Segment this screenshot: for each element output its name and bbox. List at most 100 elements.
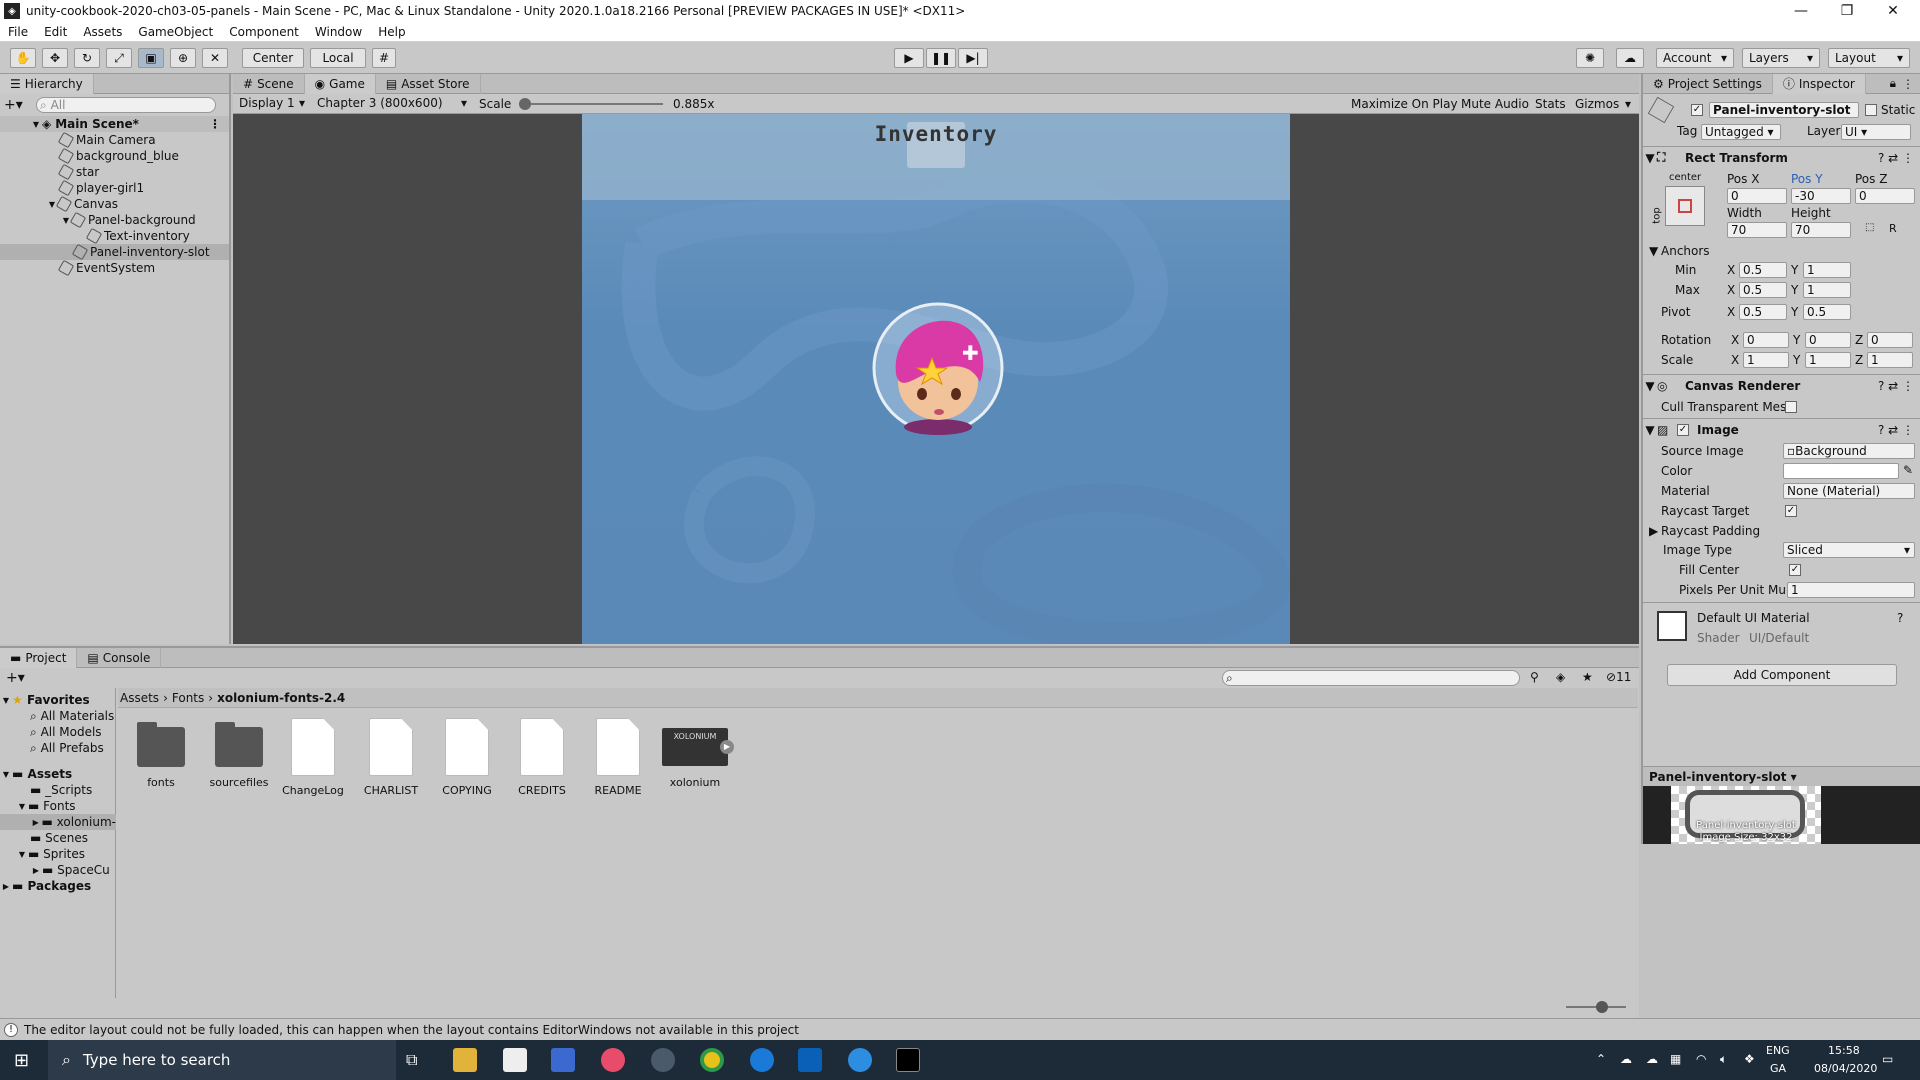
windows-start-icon[interactable]: ⊞: [14, 1050, 29, 1071]
tab-asset-store[interactable]: ▤ Asset Store: [376, 73, 481, 94]
asset-item[interactable]: ChangeLog: [278, 718, 348, 797]
expand-arrow-icon[interactable]: ▼: [1643, 423, 1657, 437]
minimize-button[interactable]: —: [1778, 0, 1824, 22]
material-field[interactable]: None (Material): [1783, 483, 1915, 499]
project-search-input[interactable]: ⌕: [1222, 670, 1520, 686]
static-checkbox[interactable]: [1865, 104, 1877, 116]
language-primary[interactable]: ENG: [1766, 1044, 1790, 1057]
expand-arrow-icon[interactable]: ▶: [30, 818, 42, 827]
hierarchy-item-canvas[interactable]: ▼ Canvas: [0, 195, 229, 213]
add-icon[interactable]: +▾: [6, 670, 25, 686]
tree-item-spacecu[interactable]: ▶ ▬ SpaceCu: [0, 862, 116, 878]
image-enabled-checkbox[interactable]: ✓: [1677, 423, 1689, 436]
scale-y-field[interactable]: 1: [1805, 352, 1851, 368]
expand-arrow-icon[interactable]: ▼: [30, 120, 42, 129]
mute-audio-toggle[interactable]: Mute Audio: [1461, 97, 1529, 111]
tab-console[interactable]: ▤ Console: [77, 647, 162, 668]
play-button-icon[interactable]: ▶: [894, 48, 924, 68]
asset-item[interactable]: CREDITS: [507, 718, 577, 797]
asset-item[interactable]: sourcefiles: [204, 718, 274, 789]
tab-inspector[interactable]: ⓘ Inspector: [1772, 73, 1866, 94]
hierarchy-item-panel-background[interactable]: ▼ Panel-background: [0, 211, 229, 229]
cloud-icon[interactable]: ☁: [1646, 1052, 1658, 1066]
pivot-y-field[interactable]: 0.5: [1803, 304, 1851, 320]
filter-type-icon[interactable]: ⚲: [1530, 670, 1539, 684]
tab-project-settings[interactable]: ⚙ Project Settings: [1643, 73, 1773, 94]
image-type-dropdown[interactable]: Sliced ▾: [1783, 542, 1915, 558]
chevron-up-icon[interactable]: ⌃: [1596, 1052, 1606, 1066]
hierarchy-item-main-camera[interactable]: Main Camera: [0, 131, 229, 149]
filter-label-icon[interactable]: ◈: [1556, 670, 1565, 684]
asset-item[interactable]: CHARLIST: [356, 718, 426, 797]
menu-component[interactable]: Component: [221, 25, 307, 39]
help-icon[interactable]: ?: [1897, 611, 1903, 625]
scale-z-field[interactable]: 1: [1867, 352, 1913, 368]
safari-icon[interactable]: [848, 1048, 872, 1072]
rotation-x-field[interactable]: 0: [1743, 332, 1789, 348]
file-explorer-icon[interactable]: [453, 1048, 477, 1072]
add-component-button[interactable]: Add Component: [1667, 664, 1897, 686]
component-menu-icons[interactable]: ? ⇄ ⋮: [1878, 151, 1914, 165]
layout-dropdown[interactable]: Layout ▾: [1828, 48, 1910, 68]
edge-icon[interactable]: [750, 1048, 774, 1072]
rect-tool-icon[interactable]: ▣: [138, 48, 164, 68]
menu-help[interactable]: Help: [370, 25, 413, 39]
hierarchy-item-star[interactable]: star: [0, 163, 229, 181]
transform-tool-icon[interactable]: ⊕: [170, 48, 196, 68]
active-checkbox[interactable]: ✓: [1691, 104, 1703, 116]
chrome-icon[interactable]: [700, 1048, 724, 1072]
language-secondary[interactable]: GA: [1770, 1062, 1786, 1075]
pivot-center-toggle[interactable]: Center: [242, 48, 304, 68]
move-tool-icon[interactable]: ✥: [42, 48, 68, 68]
expand-arrow-icon[interactable]: ▶: [30, 866, 42, 875]
wifi-icon[interactable]: ◠: [1696, 1052, 1706, 1066]
add-icon[interactable]: +▾: [4, 97, 26, 113]
icon-size-slider[interactable]: [1566, 1001, 1626, 1013]
tag-dropdown[interactable]: Untagged ▾: [1701, 124, 1781, 140]
slack-icon[interactable]: [601, 1048, 625, 1072]
tree-item-scripts[interactable]: ▬ _Scripts: [0, 782, 116, 798]
breadcrumb-assets[interactable]: Assets: [120, 691, 159, 705]
unity-hub-icon[interactable]: [503, 1048, 527, 1072]
scale-slider[interactable]: [519, 98, 663, 110]
height-field[interactable]: 70: [1791, 222, 1851, 238]
pivot-local-toggle[interactable]: Local: [310, 48, 366, 68]
expand-arrow-icon[interactable]: ▼: [1643, 379, 1657, 393]
layers-dropdown[interactable]: Layers ▾: [1742, 48, 1820, 68]
rotate-tool-icon[interactable]: ↻: [74, 48, 100, 68]
favorite-all-materials[interactable]: ⌕ All Materials: [0, 708, 116, 724]
tree-item-scenes[interactable]: ▬ Scenes: [0, 830, 116, 846]
posz-field[interactable]: 0: [1855, 188, 1915, 204]
image-component-header[interactable]: ▼ ▨ ✓ Image ? ⇄ ⋮: [1643, 418, 1920, 440]
unity-editor-icon[interactable]: [896, 1048, 920, 1072]
breadcrumb-current[interactable]: xolonium-fonts-2.4: [217, 691, 345, 705]
maximize-on-play-toggle[interactable]: Maximize On Play: [1351, 97, 1458, 111]
shader-value[interactable]: UI/Default: [1749, 631, 1809, 645]
rotation-z-field[interactable]: 0: [1867, 332, 1913, 348]
anchor-max-x-field[interactable]: 0.5: [1739, 282, 1787, 298]
menu-gameobject[interactable]: GameObject: [130, 25, 221, 39]
hierarchy-search-input[interactable]: ⌕ All: [36, 97, 216, 113]
resolution-dropdown[interactable]: Chapter 3 (800x600) ▾: [313, 96, 471, 112]
notification-icon[interactable]: ▭: [1882, 1052, 1893, 1066]
fill-center-checkbox[interactable]: ✓: [1789, 564, 1801, 576]
gizmos-toggle[interactable]: Gizmos: [1575, 97, 1619, 111]
hierarchy-item-text-inventory[interactable]: Text-inventory: [0, 227, 229, 245]
canvas-renderer-header[interactable]: ▼ ◎ Canvas Renderer ? ⇄ ⋮: [1643, 374, 1920, 396]
display-dropdown[interactable]: Display 1 ▾: [235, 96, 309, 112]
scene-row[interactable]: ▼ ◈ Main Scene* ⋮: [0, 116, 229, 132]
tree-item-fonts[interactable]: ▼ ▬ Fonts: [0, 798, 116, 814]
color-field[interactable]: [1783, 463, 1899, 479]
packages-row[interactable]: ▶ ▬ Packages: [0, 878, 116, 894]
scale-tool-icon[interactable]: ⤢: [106, 48, 132, 68]
clock-time[interactable]: 15:58: [1828, 1044, 1860, 1057]
task-view-icon[interactable]: ⧉: [406, 1050, 417, 1070]
grid-snap-icon[interactable]: #: [372, 48, 396, 68]
hierarchy-item-eventsystem[interactable]: EventSystem: [0, 259, 229, 277]
expand-arrow-icon[interactable]: ▶: [0, 882, 12, 891]
more-icon[interactable]: ⋮: [209, 117, 221, 131]
scale-slider-handle[interactable]: [519, 98, 531, 110]
store-icon[interactable]: [551, 1048, 575, 1072]
width-field[interactable]: 70: [1727, 222, 1787, 238]
pause-button-icon[interactable]: ❚❚: [926, 48, 956, 68]
